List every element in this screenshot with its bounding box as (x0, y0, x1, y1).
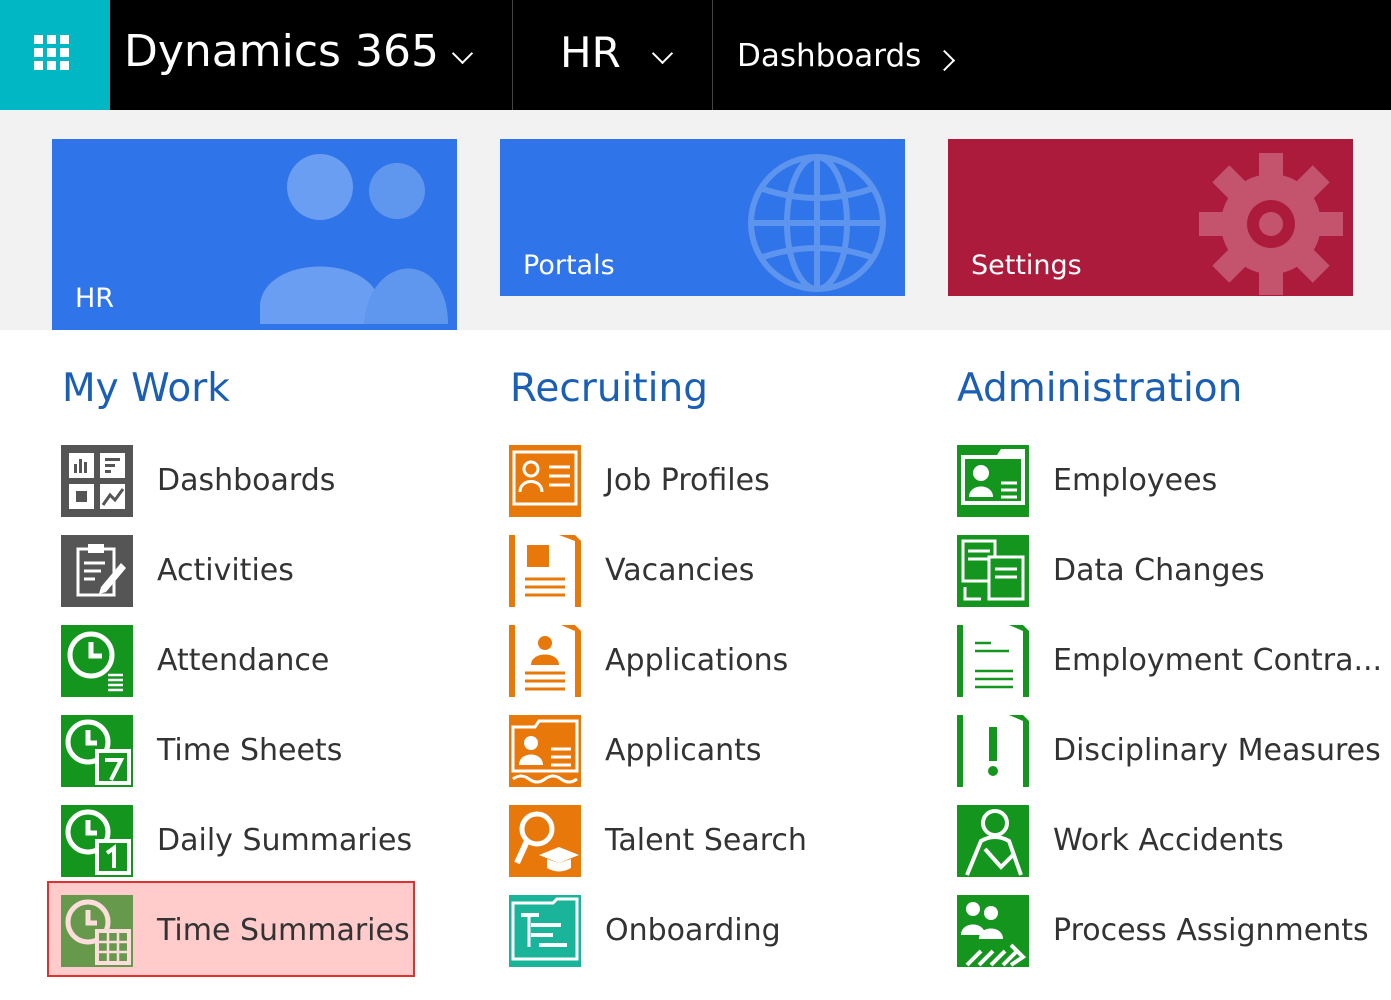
nav-item-job-profiles[interactable]: Job Profiles (509, 441, 929, 521)
app-name[interactable]: Dynamics 365 (124, 24, 439, 80)
talent-search-icon (509, 805, 581, 877)
dashboard-icon (61, 445, 133, 517)
nav-item-label: Applicants (605, 733, 762, 768)
nav-item-label: Attendance (157, 643, 330, 678)
job-profile-icon (509, 445, 581, 517)
nav-item-label: Data Changes (1053, 553, 1265, 588)
time-sheet-icon (61, 715, 133, 787)
disciplinary-icon (957, 715, 1029, 787)
nav-item-onboarding[interactable]: Onboarding (509, 891, 929, 971)
globe-icon (748, 154, 886, 292)
nav-separator (512, 0, 513, 110)
nav-item-dashboards[interactable]: Dashboards (61, 441, 481, 521)
nav-item-label: Talent Search (605, 823, 807, 858)
nav-item-employees[interactable]: Employees (957, 441, 1377, 521)
vacancy-icon (509, 535, 581, 607)
nav-item-talent-search[interactable]: Talent Search (509, 801, 929, 881)
nav-item-activities[interactable]: Activities (61, 531, 481, 611)
nav-item-work-accidents[interactable]: Work Accidents (957, 801, 1377, 881)
nav-item-disciplinary-measures[interactable]: Disciplinary Measures (957, 711, 1381, 791)
contract-icon (957, 625, 1029, 697)
nav-item-attendance[interactable]: Attendance (61, 621, 481, 701)
employee-icon (957, 445, 1029, 517)
highlight-overlay (61, 895, 133, 967)
tile-hr-label: HR (75, 283, 115, 314)
nav-item-label: Work Accidents (1053, 823, 1284, 858)
chevron-right-icon[interactable] (933, 49, 956, 72)
data-change-icon (957, 535, 1029, 607)
top-navigation-bar: Dynamics 365 HR Dashboards (0, 0, 1391, 110)
tile-portals[interactable]: Portals (500, 139, 905, 296)
tile-hr[interactable]: HR (52, 139, 457, 330)
gear-icon (1199, 153, 1343, 295)
people-icon (260, 154, 448, 324)
nav-item-label: Disciplinary Measures (1053, 733, 1381, 768)
tile-settings-label: Settings (971, 250, 1082, 281)
section-title-recruiting: Recruiting (510, 366, 708, 411)
nav-item-label: Vacancies (605, 553, 755, 588)
nav-separator (712, 0, 713, 110)
breadcrumb-dashboards[interactable]: Dashboards (737, 36, 921, 76)
applicant-icon (509, 715, 581, 787)
onboarding-icon (509, 895, 581, 967)
section-title-administration: Administration (957, 366, 1243, 411)
nav-item-time-summaries[interactable]: Time Summaries (61, 891, 481, 971)
nav-item-applicants[interactable]: Applicants (509, 711, 929, 791)
app-chevron-down-icon[interactable] (451, 42, 474, 65)
app-launcher-button[interactable] (0, 0, 110, 110)
nav-item-label: Daily Summaries (157, 823, 413, 858)
module-chevron-down-icon[interactable] (651, 42, 674, 65)
nav-item-label: Time Sheets (157, 733, 343, 768)
nav-item-process-assignments[interactable]: Process Assignments (957, 891, 1377, 971)
nav-item-time-sheets[interactable]: Time Sheets (61, 711, 481, 791)
nav-item-label: Dashboards (157, 463, 336, 498)
nav-item-employment-contracts[interactable]: Employment Contra... (957, 621, 1382, 701)
activities-icon (61, 535, 133, 607)
process-assignment-icon (957, 895, 1029, 967)
work-accident-icon (957, 805, 1029, 877)
nav-item-applications[interactable]: Applications (509, 621, 929, 701)
nav-item-label: Employment Contra... (1053, 643, 1383, 678)
module-name[interactable]: HR (560, 26, 621, 80)
nav-item-label: Onboarding (605, 913, 781, 948)
nav-item-label: Activities (157, 553, 294, 588)
nav-item-label: Applications (605, 643, 789, 678)
nav-item-label: Job Profiles (605, 463, 770, 498)
nav-item-data-changes[interactable]: Data Changes (957, 531, 1377, 611)
application-icon (509, 625, 581, 697)
tile-settings[interactable]: Settings (948, 139, 1353, 296)
nav-item-label: Time Summaries (157, 913, 410, 948)
tile-portals-label: Portals (523, 250, 615, 281)
attendance-icon (61, 625, 133, 697)
waffle-icon (34, 35, 70, 71)
nav-item-daily-summaries[interactable]: Daily Summaries (61, 801, 481, 881)
section-title-my-work: My Work (62, 366, 230, 411)
nav-item-label: Process Assignments (1053, 913, 1369, 948)
nav-item-label: Employees (1053, 463, 1218, 498)
nav-item-vacancies[interactable]: Vacancies (509, 531, 929, 611)
daily-summary-icon (61, 805, 133, 877)
